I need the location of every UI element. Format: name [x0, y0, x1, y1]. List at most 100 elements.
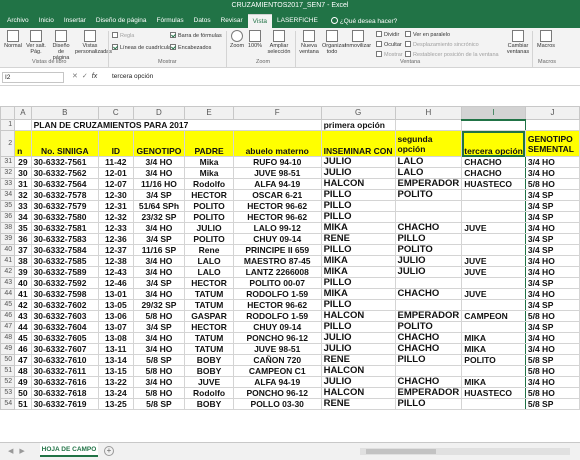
cell-abuelo[interactable]: POLITO 00-07 — [232, 277, 322, 289]
cell-genotipo[interactable]: 11/16 HO — [132, 178, 186, 190]
cell-inseminar[interactable]: PILLO — [320, 200, 396, 212]
cell-padre[interactable]: Rene — [184, 244, 234, 256]
header-padre[interactable]: PADRE — [184, 130, 234, 157]
cell-genotipo-semental[interactable]: 3/4 SP — [524, 211, 580, 223]
cell-inseminar[interactable]: PILLO — [320, 321, 396, 333]
cell-id[interactable]: 12-01 — [98, 167, 134, 179]
cell-padre[interactable]: TATUM — [184, 299, 234, 311]
sheet-nav-arrows[interactable]: ◀▶ — [8, 447, 31, 455]
zoom-selection-button[interactable]: Ampliar selección — [265, 30, 293, 55]
cell-id[interactable]: 12-33 — [98, 222, 134, 234]
add-sheet-icon[interactable]: + — [104, 446, 114, 456]
row-header[interactable]: 42 — [0, 266, 16, 278]
cell-genotipo[interactable]: 5/8 HO — [132, 365, 186, 377]
cell-siniiga[interactable]: 30-6332-7561 — [30, 156, 100, 168]
cell-siniiga[interactable]: 30-6332-7605 — [30, 332, 100, 344]
cell-n[interactable]: 44 — [14, 321, 32, 333]
column-header[interactable]: J — [524, 106, 580, 120]
cell-abuelo[interactable]: HECTOR 96-62 — [232, 200, 322, 212]
cell-genotipo[interactable]: 3/4 SP — [132, 233, 186, 245]
cell-padre[interactable]: JULIO — [184, 222, 234, 234]
cell-tercera[interactable] — [461, 189, 526, 201]
freeze-panes-button[interactable]: Inmovilizar — [344, 30, 372, 49]
cell-padre[interactable]: TATUM — [184, 343, 234, 355]
cell-n[interactable]: 30 — [14, 167, 32, 179]
ribbon-tab[interactable]: LASERFICHE — [272, 14, 323, 28]
sheet-title[interactable]: PLAN DE CRUZAMIENTOS PARA 2017 — [30, 119, 322, 131]
cell-n[interactable]: 37 — [14, 244, 32, 256]
column-header[interactable]: G — [320, 106, 396, 120]
cell-padre[interactable]: Rodolfo — [184, 178, 234, 190]
cell-tercera[interactable]: MIKA — [461, 332, 526, 344]
cell-id[interactable]: 13-15 — [98, 365, 134, 377]
cell-abuelo[interactable]: PRINCIPE II 659 — [232, 244, 322, 256]
sync-scroll-button[interactable]: Desplazamiento sincrónico — [405, 41, 479, 48]
cell-segunda[interactable]: EMPERADOR — [394, 387, 463, 399]
cell-genotipo[interactable]: 11/16 SP — [132, 244, 186, 256]
cell-siniiga[interactable]: 30-6332-7610 — [30, 354, 100, 366]
column-header[interactable]: B — [30, 106, 100, 120]
cell-abuelo[interactable]: RODOLFO 1-59 — [232, 310, 322, 322]
cell-tercera[interactable]: CHACHO — [461, 167, 526, 179]
cell-segunda[interactable] — [394, 200, 463, 212]
cell-genotipo[interactable]: 23/32 SP — [132, 211, 186, 223]
row-header[interactable]: 36 — [0, 211, 16, 223]
ribbon-tab[interactable]: Fórmulas — [152, 14, 189, 28]
zoom-100-button[interactable]: 100% — [247, 30, 263, 49]
cell-genotipo-semental[interactable]: 3/4 SP — [524, 277, 580, 289]
row-header[interactable]: 41 — [0, 255, 16, 267]
cell-padre[interactable]: Mika — [184, 167, 234, 179]
header-n[interactable]: n — [14, 130, 32, 157]
cell[interactable] — [461, 119, 526, 131]
cell-abuelo[interactable]: JUVE 98-51 — [232, 343, 322, 355]
cell-tercera[interactable] — [461, 365, 526, 377]
cell-abuelo[interactable]: RUFO 94-10 — [232, 156, 322, 168]
cell-siniiga[interactable]: 30-6332-7607 — [30, 343, 100, 355]
cell-genotipo[interactable]: 51/64 SPh — [132, 200, 186, 212]
cell-padre[interactable]: LALO — [184, 266, 234, 278]
cell-id[interactable]: 12-43 — [98, 266, 134, 278]
cell-abuelo[interactable]: RODOLFO 1-59 — [232, 288, 322, 300]
cell-padre[interactable]: POLITO — [184, 233, 234, 245]
gridlines-checkbox[interactable]: Líneas de cuadrícula — [112, 44, 171, 51]
ruler-checkbox[interactable]: Regla — [112, 32, 134, 39]
cell-abuelo[interactable]: POLLO 03-30 — [232, 398, 322, 410]
cell-abuelo[interactable]: LALO 99-12 — [232, 222, 322, 234]
cell-tercera[interactable] — [461, 200, 526, 212]
cell-genotipo[interactable]: 5/8 SP — [132, 354, 186, 366]
row-header[interactable]: 2 — [0, 130, 16, 157]
cell-genotipo-semental[interactable]: 3/4 HO — [524, 222, 580, 234]
page-break-view-button[interactable]: Ver salt. Pág. — [25, 30, 47, 55]
cell-genotipo[interactable]: 29/32 SP — [132, 299, 186, 311]
ribbon-tab[interactable]: Revisar — [216, 14, 248, 28]
cell-n[interactable]: 48 — [14, 365, 32, 377]
cell-n[interactable]: 31 — [14, 178, 32, 190]
cell-genotipo[interactable]: 3/4 HO — [132, 167, 186, 179]
cell-inseminar[interactable]: JULIO — [320, 376, 396, 388]
cell-genotipo[interactable]: 3/4 HO — [132, 255, 186, 267]
cell-siniiga[interactable]: 30-6332-7611 — [30, 365, 100, 377]
cell-padre[interactable]: GASPAR — [184, 310, 234, 322]
row-header[interactable]: 1 — [0, 119, 16, 131]
cell-siniiga[interactable]: 30-6332-7583 — [30, 233, 100, 245]
headings-checkbox[interactable]: Encabezados — [170, 44, 211, 51]
cell-inseminar[interactable]: PILLO — [320, 244, 396, 256]
cell-segunda[interactable]: LALO — [394, 167, 463, 179]
cell-segunda[interactable]: CHACHO — [394, 332, 463, 344]
cell-tercera[interactable] — [461, 321, 526, 333]
cell-n[interactable]: 41 — [14, 288, 32, 300]
cell-abuelo[interactable]: ALFA 94-19 — [232, 178, 322, 190]
cell-tercera[interactable]: JUVE — [461, 255, 526, 267]
cell-tercera[interactable]: HUASTECO — [461, 387, 526, 399]
name-box[interactable]: I2 — [2, 72, 64, 83]
cell-siniiga[interactable]: 30-6332-7618 — [30, 387, 100, 399]
row-header[interactable]: 53 — [0, 387, 16, 399]
cell-segunda[interactable]: JULIO — [394, 255, 463, 267]
cell-abuelo[interactable]: CAMPEON C1 — [232, 365, 322, 377]
row-header[interactable]: 51 — [0, 365, 16, 377]
cell-abuelo[interactable]: CAÑON 720 — [232, 354, 322, 366]
cell-padre[interactable]: TATUM — [184, 288, 234, 300]
cell-n[interactable]: 29 — [14, 156, 32, 168]
cell-n[interactable]: 39 — [14, 266, 32, 278]
tell-me-box[interactable]: ¿Qué desea hacer? — [323, 14, 401, 28]
